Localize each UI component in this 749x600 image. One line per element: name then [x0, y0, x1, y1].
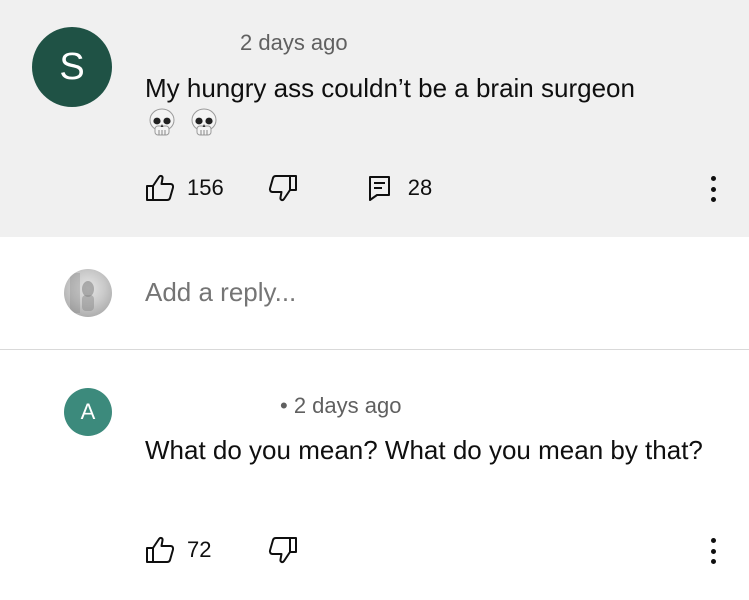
comment-text: What do you mean? What do you mean by th… [145, 435, 703, 465]
more-options-icon[interactable] [707, 174, 719, 204]
thumbs-down-icon[interactable] [268, 536, 298, 564]
like-count: 156 [187, 175, 224, 200]
skull-icon [191, 108, 217, 136]
comment-meta: 2 days ago [240, 30, 348, 55]
highlighted-comment: S 2 days ago My hungry ass couldn’t be a… [0, 0, 749, 237]
user-photo-icon [70, 273, 94, 313]
user-avatar[interactable] [64, 269, 112, 317]
comment-actions: 156 28 [145, 171, 432, 205]
like-count: 72 [187, 537, 212, 562]
emoji-row [147, 108, 219, 140]
comment-meta: • 2 days ago [280, 393, 402, 418]
reply-comment-icon[interactable] [368, 175, 392, 201]
skull-icon [149, 108, 175, 136]
add-reply-row [0, 237, 749, 350]
reply-count: 28 [407, 175, 433, 200]
thumbs-down-icon[interactable] [268, 174, 298, 202]
avatar[interactable]: A [64, 388, 112, 436]
comment-text: My hungry ass couldn’t be a brain surgeo… [145, 73, 635, 103]
reply-input[interactable] [145, 277, 705, 308]
avatar[interactable]: S [32, 27, 112, 107]
divider [0, 349, 749, 350]
avatar-letter: A [80, 399, 96, 424]
avatar-letter: S [59, 45, 85, 88]
thumbs-up-icon[interactable] [145, 174, 175, 202]
more-options-icon[interactable] [707, 536, 719, 566]
comment-actions: 72 [145, 533, 298, 567]
thumbs-up-icon[interactable] [145, 536, 175, 564]
